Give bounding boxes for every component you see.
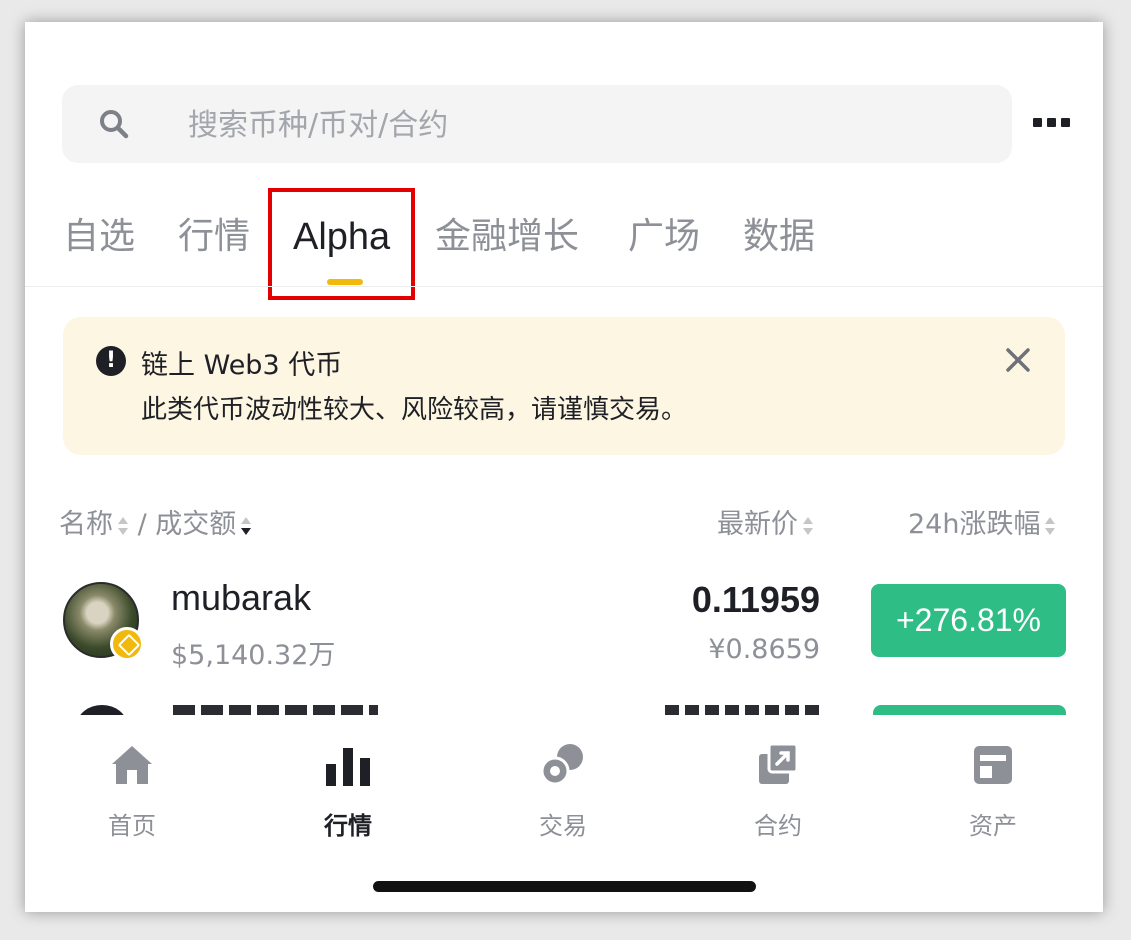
notice-title: 链上 Web3 代币 xyxy=(141,350,343,381)
nav-home[interactable]: 首页 xyxy=(57,732,207,841)
sort-price-label[interactable]: 最新价 xyxy=(717,509,798,540)
nav-label: 行情 xyxy=(324,812,372,840)
nav-label: 首页 xyxy=(108,812,156,840)
tab-finance-growth[interactable]: 金融增长 xyxy=(435,210,579,264)
sort-icon xyxy=(1044,513,1056,539)
token-fiat-price: ¥0.8659 xyxy=(708,634,820,665)
list-header-change[interactable]: 24h涨跌幅 xyxy=(908,502,1056,541)
bnb-chain-icon xyxy=(110,627,144,661)
sort-name-label[interactable]: 名称 xyxy=(59,509,113,540)
sort-icon xyxy=(802,513,814,539)
nav-markets[interactable]: 行情 xyxy=(273,732,423,841)
home-icon xyxy=(112,746,152,784)
nav-futures[interactable]: 合约 xyxy=(703,732,853,841)
close-icon[interactable] xyxy=(1003,345,1033,375)
risk-notice: ! 链上 Web3 代币 此类代币波动性较大、风险较高，请谨慎交易。 xyxy=(63,317,1065,455)
more-options-icon[interactable] xyxy=(1033,118,1070,127)
search-bar[interactable] xyxy=(62,85,1012,165)
sort-desc-icon xyxy=(240,513,252,539)
change-badge[interactable]: +276.81% xyxy=(871,584,1066,657)
tab-markets[interactable]: 行情 xyxy=(178,210,250,264)
table-row-partial xyxy=(25,705,1103,715)
search-icon xyxy=(100,110,129,139)
sort-volume-label[interactable]: 成交额 xyxy=(155,509,236,540)
token-volume: $5,140.32万 xyxy=(171,640,336,671)
highlight-annotation xyxy=(268,188,415,300)
table-row[interactable]: mubarak $5,140.32万 0.11959 ¥0.8659 +276.… xyxy=(25,577,1103,677)
sort-icon xyxy=(117,513,129,539)
token-price: 0.11959 xyxy=(691,579,820,620)
nav-label: 交易 xyxy=(539,812,587,840)
trade-icon xyxy=(540,744,583,786)
tab-data[interactable]: 数据 xyxy=(743,210,815,264)
futures-icon xyxy=(759,742,799,784)
tab-square[interactable]: 广场 xyxy=(628,210,700,264)
markets-icon xyxy=(326,748,370,786)
nav-label: 资产 xyxy=(969,812,1017,840)
wallet-icon xyxy=(974,746,1012,784)
search-input[interactable] xyxy=(186,85,990,165)
notice-body: 此类代币波动性较大、风险较高，请谨慎交易。 xyxy=(141,395,688,425)
warning-icon: ! xyxy=(96,346,126,376)
header-separator: / xyxy=(137,509,147,540)
list-header-name[interactable]: 名称 / 成交额 xyxy=(59,502,252,541)
bottom-nav: 首页 行情 交易 合约 资产 xyxy=(25,722,1103,842)
list-header-price[interactable]: 最新价 xyxy=(717,502,814,541)
tabs-divider xyxy=(25,286,1103,287)
nav-assets[interactable]: 资产 xyxy=(918,732,1068,841)
home-indicator[interactable] xyxy=(373,881,756,892)
sort-change-label[interactable]: 24h涨跌幅 xyxy=(908,509,1040,540)
nav-label: 合约 xyxy=(754,812,802,840)
tab-favorites[interactable]: 自选 xyxy=(63,210,135,264)
app-screen: 自选 行情 Alpha 金融增长 广场 数据 ! 链上 Web3 代币 此类代币… xyxy=(25,22,1103,912)
nav-trade[interactable]: 交易 xyxy=(488,732,638,841)
token-name: mubarak xyxy=(171,577,312,618)
